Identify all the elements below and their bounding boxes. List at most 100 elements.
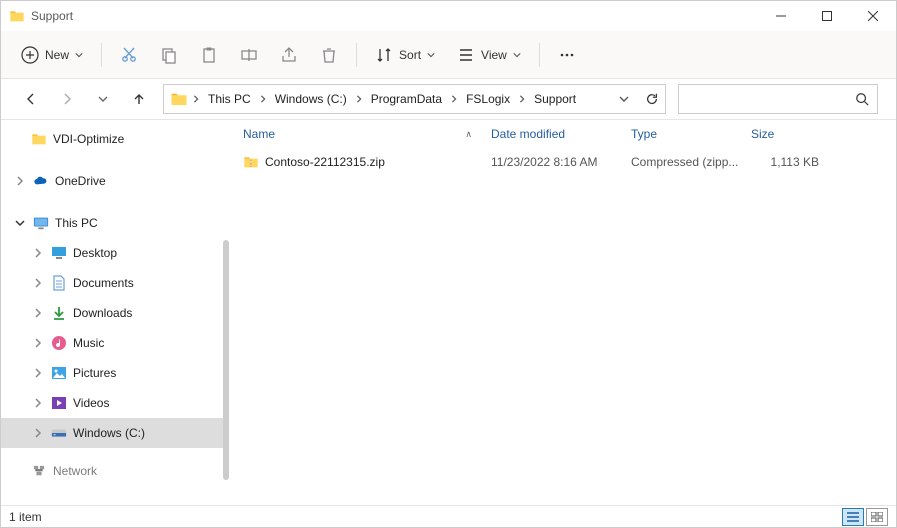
chevron-right-icon[interactable] [13, 174, 27, 188]
chevron-right-icon[interactable] [31, 336, 45, 350]
nav-label: This PC [55, 216, 98, 230]
column-name[interactable]: Name ∧ [243, 127, 491, 141]
rename-button[interactable] [230, 37, 268, 73]
content-area: VDI-Optimize OneDrive This PC Desktop Do… [1, 119, 896, 505]
breadcrumb[interactable]: ProgramData [367, 85, 446, 113]
nav-label: Network [53, 464, 97, 478]
chevron-down-icon[interactable] [13, 216, 27, 230]
chevron-right-icon[interactable] [31, 426, 45, 440]
sort-icon [375, 46, 393, 64]
back-button[interactable] [19, 87, 43, 111]
search-input[interactable] [678, 84, 878, 114]
chevron-right-icon[interactable] [31, 306, 45, 320]
column-size[interactable]: Size [751, 127, 827, 141]
column-date[interactable]: Date modified [491, 127, 631, 141]
folder-icon [9, 8, 25, 24]
chevron-right-icon[interactable] [31, 276, 45, 290]
chevron-right-icon[interactable] [448, 95, 460, 103]
nav-item-thispc[interactable]: This PC [1, 208, 229, 238]
minimize-button[interactable] [758, 1, 804, 31]
nav-item-pictures[interactable]: Pictures [1, 358, 229, 388]
nav-label: Pictures [73, 366, 116, 380]
column-label: Name [243, 127, 275, 141]
chevron-right-icon[interactable] [516, 95, 528, 103]
close-button[interactable] [850, 1, 896, 31]
toolbar: New Sort View [1, 31, 896, 79]
chevron-right-icon[interactable] [31, 396, 45, 410]
up-button[interactable] [127, 87, 151, 111]
file-row[interactable]: Contoso-22112315.zip 11/23/2022 8:16 AM … [229, 148, 896, 176]
delete-icon [320, 46, 338, 64]
nav-item-videos[interactable]: Videos [1, 388, 229, 418]
chevron-right-icon[interactable] [257, 95, 269, 103]
scrollbar[interactable] [223, 240, 229, 480]
desktop-icon [51, 245, 67, 261]
download-icon [51, 305, 67, 321]
recent-locations-button[interactable] [91, 87, 115, 111]
navigation-pane: VDI-Optimize OneDrive This PC Desktop Do… [1, 120, 229, 505]
delete-button[interactable] [310, 37, 348, 73]
status-bar: 1 item [1, 505, 896, 527]
share-button[interactable] [270, 37, 308, 73]
chevron-right-icon[interactable] [353, 95, 365, 103]
chevron-down-icon [513, 51, 521, 59]
large-icons-view-button[interactable] [866, 508, 888, 526]
copy-icon [160, 46, 178, 64]
details-view-button[interactable] [842, 508, 864, 526]
network-icon [31, 463, 47, 479]
cloud-icon [33, 173, 49, 189]
title-bar: Support [1, 1, 896, 31]
share-icon [280, 46, 298, 64]
sort-label: Sort [399, 48, 421, 62]
nav-item-network[interactable]: Network [1, 456, 229, 486]
nav-item-cdrive[interactable]: Windows (C:) [1, 418, 229, 448]
nav-label: Windows (C:) [73, 426, 145, 440]
nav-item-onedrive[interactable]: OneDrive [1, 166, 229, 196]
chevron-down-icon[interactable] [619, 94, 629, 104]
chevron-right-icon[interactable] [31, 246, 45, 260]
nav-label: Documents [73, 276, 134, 290]
breadcrumb[interactable]: FSLogix [462, 85, 514, 113]
zip-file-icon [243, 154, 259, 170]
address-row: This PC Windows (C:) ProgramData FSLogix… [1, 79, 896, 119]
nav-item-music[interactable]: Music [1, 328, 229, 358]
column-headers: Name ∧ Date modified Type Size [229, 120, 896, 148]
file-date: 11/23/2022 8:16 AM [491, 155, 631, 169]
breadcrumb[interactable]: Windows (C:) [271, 85, 351, 113]
maximize-button[interactable] [804, 1, 850, 31]
nav-item-quick-folder[interactable]: VDI-Optimize [1, 124, 229, 154]
computer-icon [33, 215, 49, 231]
breadcrumb[interactable]: This PC [204, 85, 255, 113]
refresh-icon[interactable] [645, 92, 659, 106]
address-bar[interactable]: This PC Windows (C:) ProgramData FSLogix… [163, 84, 666, 114]
nav-item-documents[interactable]: Documents [1, 268, 229, 298]
chevron-down-icon [75, 51, 83, 59]
file-size: 1,113 KB [751, 155, 827, 169]
cut-button[interactable] [110, 37, 148, 73]
sort-indicator-asc-icon: ∧ [465, 129, 472, 140]
ellipsis-icon [558, 46, 576, 64]
music-icon [51, 335, 67, 351]
window-title: Support [31, 9, 73, 23]
column-type[interactable]: Type [631, 127, 751, 141]
chevron-right-icon[interactable] [31, 366, 45, 380]
file-name: Contoso-22112315.zip [265, 155, 385, 169]
nav-item-downloads[interactable]: Downloads [1, 298, 229, 328]
folder-icon [170, 90, 188, 108]
copy-button[interactable] [150, 37, 188, 73]
new-button[interactable]: New [11, 37, 93, 73]
view-button[interactable]: View [447, 37, 531, 73]
nav-item-desktop[interactable]: Desktop [1, 238, 229, 268]
paste-icon [200, 46, 218, 64]
video-icon [51, 395, 67, 411]
column-label: Date modified [491, 127, 565, 141]
chevron-right-icon[interactable] [190, 95, 202, 103]
document-icon [51, 275, 67, 291]
sort-button[interactable]: Sort [365, 37, 445, 73]
forward-button[interactable] [55, 87, 79, 111]
breadcrumb[interactable]: Support [530, 85, 580, 113]
paste-button[interactable] [190, 37, 228, 73]
view-icon [457, 46, 475, 64]
drive-icon [51, 425, 67, 441]
more-button[interactable] [548, 37, 586, 73]
